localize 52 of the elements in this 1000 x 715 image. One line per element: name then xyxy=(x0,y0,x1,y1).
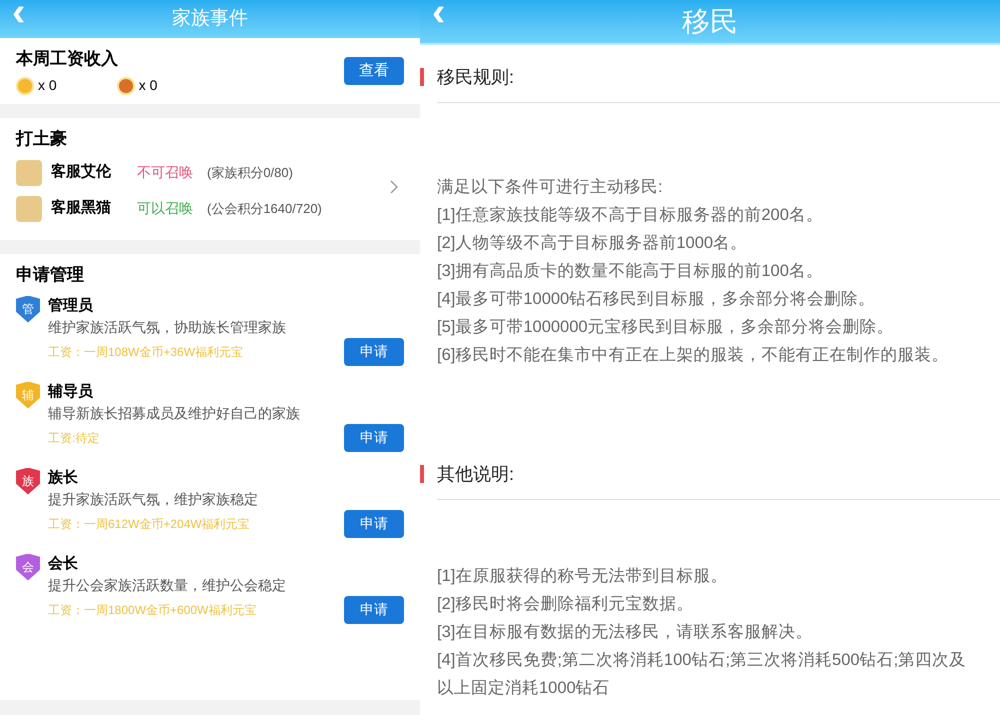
score-text: (家族积分0/80) xyxy=(207,164,293,182)
rule-text: [1]任意家族技能等级不高于目标服务器的前200名。 xyxy=(437,205,824,226)
rule-text: [1]在原服获得的称号无法带到目标服。 xyxy=(437,566,728,587)
npc-name: 客服艾伦 xyxy=(51,162,112,182)
section-heading: 移民规则: xyxy=(437,66,514,88)
score-text: (公会积分1640/720) xyxy=(207,200,322,218)
salary-text: 工资：一周108W金币+36W福利元宝 xyxy=(48,344,244,360)
coin-count: x 0 xyxy=(38,76,57,96)
rule-text: [4]最多可带10000钻石移民到目标服，多余部分将会删除。 xyxy=(437,289,876,310)
shield-badge: 管 xyxy=(16,296,40,322)
shield-badge: 会 xyxy=(16,554,40,580)
view-button[interactable]: 查看 xyxy=(344,57,404,85)
role-description: 维护家族活跃气氛，协助族长管理家族 xyxy=(48,318,287,336)
rule-text: [2]移民时将会删除福利元宝数据。 xyxy=(437,594,694,615)
shield-badge: 辅 xyxy=(16,382,40,408)
salary-text: 工资：一周1800W金币+600W福利元宝 xyxy=(48,602,256,618)
role-title: 族长 xyxy=(48,468,79,488)
section-heading: 打土豪 xyxy=(16,128,68,150)
page-title: 家族事件 xyxy=(172,6,248,31)
section-heading: 申请管理 xyxy=(16,264,85,286)
chevron-right-icon xyxy=(390,180,398,194)
accent-bar xyxy=(420,465,424,483)
shield-badge: 族 xyxy=(16,468,40,494)
npc-name: 客服黑猫 xyxy=(51,198,112,218)
accent-bar xyxy=(420,68,424,86)
summon-status: 不可召唤 xyxy=(137,163,194,182)
role-description: 辅导新族长招募成员及维护好自己的家族 xyxy=(48,404,301,422)
avatar-icon xyxy=(16,160,42,186)
coin-count: x 0 xyxy=(138,76,158,96)
role-description: 提升公会家族活跃数量，维护公会稳定 xyxy=(48,576,287,594)
rule-text: [6]移民时不能在集市中有正在上架的服装，不能有正在制作的服装。 xyxy=(437,345,950,366)
role-title: 辅导员 xyxy=(48,382,94,402)
summon-status: 可以召唤 xyxy=(137,199,194,218)
section-heading: 其他说明: xyxy=(437,462,514,486)
role-title: 会长 xyxy=(48,554,79,574)
role-title: 管理员 xyxy=(48,296,94,316)
page-title: 移民 xyxy=(682,4,738,38)
avatar-icon xyxy=(16,196,42,222)
apply-button[interactable]: 申请 xyxy=(344,510,404,538)
rule-text: [4]首次移民免费;第二次将消耗100钻石;第三次将消耗500钻石;第四次及以上固定消耗1000钻石 xyxy=(437,650,968,699)
rule-text: 满足以下条件可进行主动移民: xyxy=(437,177,664,198)
role-description: 提升家族活跃气氛，维护家族稳定 xyxy=(48,490,259,508)
rule-text: [5]最多可带1000000元宝移民到目标服，多余部分将会删除。 xyxy=(437,317,895,338)
salary-text: 工资:待定 xyxy=(48,430,100,446)
rule-text: [3]在目标服有数据的无法移民，请联系客服解决。 xyxy=(437,622,814,643)
apply-button[interactable]: 申请 xyxy=(344,424,404,452)
rule-text: [2]人物等级不高于目标服务器前1000名。 xyxy=(437,233,748,254)
apply-button[interactable]: 申请 xyxy=(344,596,404,624)
section-heading: 本周工资收入 xyxy=(16,48,119,70)
apply-button[interactable]: 申请 xyxy=(344,338,404,366)
salary-text: 工资：一周612W金币+204W福利元宝 xyxy=(48,516,250,532)
rule-text: [3]拥有高品质卡的数量不能高于目标服的前100名。 xyxy=(437,261,824,282)
